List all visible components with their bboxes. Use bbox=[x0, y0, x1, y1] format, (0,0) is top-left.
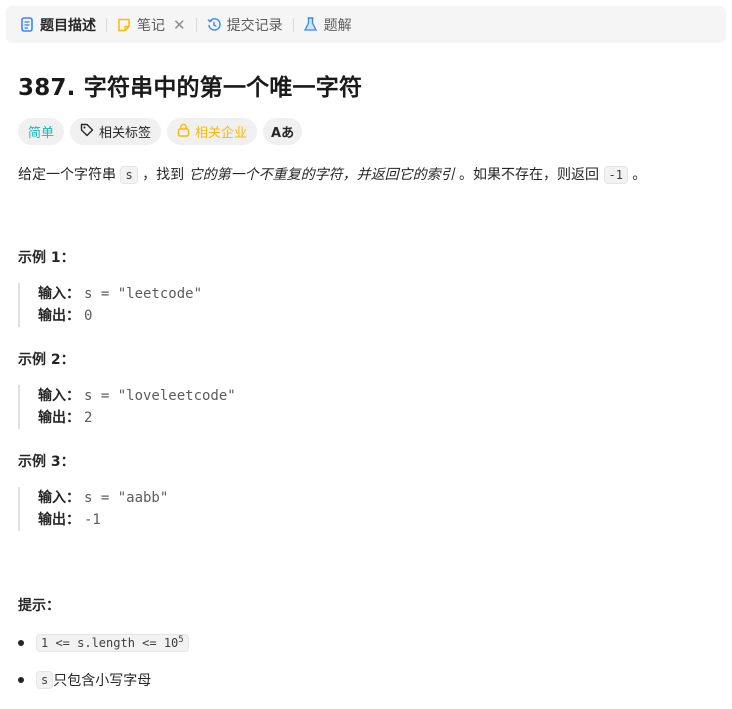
tab-label: 题目描述 bbox=[40, 17, 96, 34]
description-icon bbox=[20, 17, 34, 33]
constraints-title: 提示： bbox=[18, 598, 60, 614]
input-value: s = "leetcode" bbox=[84, 286, 203, 302]
output-label: 输出： bbox=[38, 410, 80, 426]
difficulty-badge[interactable]: 简单 bbox=[18, 118, 65, 145]
tag-icon bbox=[80, 123, 94, 141]
desc-emphasis: 它的第一个不重复的字符，并返回它的索引 bbox=[188, 167, 455, 183]
bullet bbox=[18, 640, 24, 646]
desc-text: 给定一个字符串 bbox=[18, 167, 121, 183]
tab-submissions[interactable]: 提交记录 bbox=[203, 15, 287, 35]
inline-code: 1 <= s.length <= 105 bbox=[36, 634, 189, 652]
desc-text: ，找到 bbox=[137, 167, 189, 183]
related-companies-button[interactable]: 相关企业 bbox=[167, 118, 258, 145]
tab-notes[interactable]: 笔记 ✕ bbox=[113, 15, 190, 35]
output-value: 2 bbox=[84, 410, 93, 426]
input-value: s = "aabb" bbox=[84, 490, 169, 506]
close-icon[interactable]: ✕ bbox=[173, 16, 186, 34]
input-label: 输入： bbox=[38, 286, 80, 302]
flask-icon bbox=[304, 17, 318, 33]
tab-solutions[interactable]: 题解 bbox=[300, 15, 356, 35]
output-label: 输出： bbox=[38, 308, 80, 324]
tab-divider bbox=[106, 17, 107, 32]
tab-bar: 题目描述 笔记 ✕ 提交记录 题解 bbox=[6, 6, 726, 43]
output-value: 0 bbox=[84, 308, 93, 324]
inline-code: s bbox=[120, 166, 138, 184]
tab-divider bbox=[195, 17, 197, 32]
tab-label: 提交记录 bbox=[226, 17, 283, 34]
constraint-item: 1 <= s.length <= 105 bbox=[18, 634, 189, 652]
related-tags-button[interactable]: 相关标签 bbox=[70, 118, 162, 145]
lock-icon bbox=[177, 123, 190, 141]
problem-title: 387. 字符串中的第一个唯一字符 bbox=[18, 75, 363, 101]
tag-row: 简单 相关标签 相关企业 Aあ bbox=[18, 118, 303, 145]
difficulty-label: 简单 bbox=[28, 126, 55, 141]
inline-code: s bbox=[36, 671, 54, 689]
tab-label: 题解 bbox=[323, 17, 352, 34]
output-label: 输出： bbox=[38, 512, 80, 528]
note-icon bbox=[117, 17, 131, 33]
tab-description[interactable]: 题目描述 bbox=[16, 15, 100, 35]
constraint-text: 只包含小写字母 bbox=[53, 673, 152, 689]
input-label: 输入： bbox=[38, 388, 80, 404]
related-tags-label: 相关标签 bbox=[99, 126, 152, 141]
history-icon bbox=[207, 17, 221, 33]
example-block: 输入： s = "loveleetcode" 输出： 2 bbox=[18, 385, 236, 429]
desc-text: 。如果不存在，则返回 bbox=[454, 167, 604, 183]
input-value: s = "loveleetcode" bbox=[84, 388, 236, 404]
example-title: 示例 3： bbox=[18, 454, 75, 470]
problem-description: 给定一个字符串 s ，找到 它的第一个不重复的字符，并返回它的索引 。如果不存在… bbox=[18, 164, 646, 186]
bullet bbox=[18, 677, 24, 683]
input-label: 输入： bbox=[38, 490, 80, 506]
output-value: -1 bbox=[84, 512, 101, 528]
example-title: 示例 2： bbox=[18, 352, 75, 368]
exponent: 5 bbox=[178, 635, 184, 645]
constraint-code: 1 <= s.length <= 10 bbox=[41, 636, 179, 650]
inline-code: -1 bbox=[603, 166, 628, 184]
example-title: 示例 1： bbox=[18, 250, 75, 266]
translate-icon: Aあ bbox=[271, 126, 295, 141]
desc-text: 。 bbox=[627, 167, 647, 183]
example-block: 输入： s = "aabb" 输出： -1 bbox=[18, 487, 168, 531]
tab-label: 笔记 bbox=[137, 17, 165, 34]
example-block: 输入： s = "leetcode" 输出： 0 bbox=[18, 283, 202, 327]
tab-divider bbox=[292, 17, 294, 32]
translate-button[interactable]: Aあ bbox=[263, 118, 303, 145]
related-companies-label: 相关企业 bbox=[195, 126, 248, 141]
constraint-item: s 只包含小写字母 bbox=[18, 670, 151, 690]
